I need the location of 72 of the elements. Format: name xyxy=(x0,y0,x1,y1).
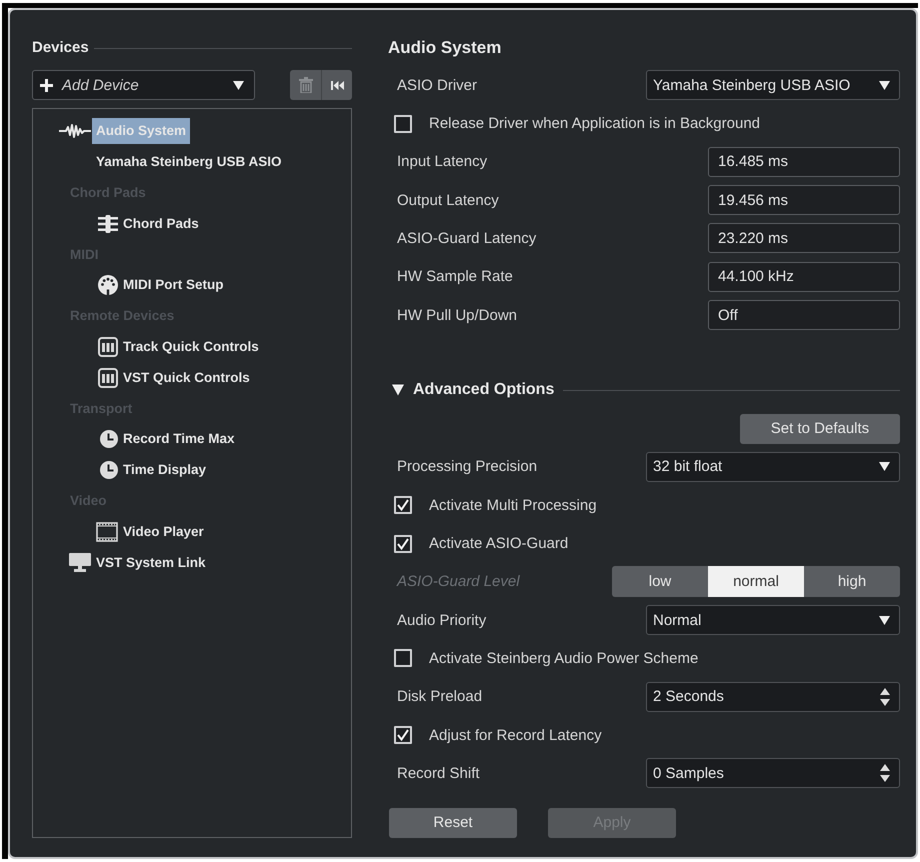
set-defaults-button[interactable]: Set to Defaults xyxy=(740,414,900,444)
film-frame-icon xyxy=(96,522,118,542)
skip-back-icon xyxy=(330,80,344,90)
section-title: Advanced Options xyxy=(413,380,554,400)
check-icon xyxy=(397,729,409,742)
segment-option[interactable]: high xyxy=(804,566,900,598)
value-field: 44.100 kHz xyxy=(708,262,900,292)
setting-label: Input Latency xyxy=(397,153,488,170)
value-field: 16.485 ms xyxy=(708,146,900,177)
sliders-icon xyxy=(98,214,118,233)
trash-icon xyxy=(298,77,312,93)
segment-option[interactable]: low xyxy=(612,566,708,598)
tree-item[interactable]: Track Quick Controls xyxy=(119,334,263,360)
clock-icon xyxy=(100,430,118,448)
checkbox-label: Activate Multi Processing xyxy=(429,496,597,514)
checkbox[interactable] xyxy=(394,726,412,744)
dropdown[interactable]: Yamaha Steinberg USB ASIO xyxy=(646,70,900,100)
tree-item[interactable]: Chord Pads xyxy=(119,210,203,237)
setting-label: ASIO Driver xyxy=(397,76,478,94)
reset-button[interactable]: Reset xyxy=(389,808,517,838)
setting-label: Output Latency xyxy=(397,192,499,209)
clock-icon xyxy=(100,461,118,480)
tree-item[interactable]: Video Player xyxy=(119,518,208,545)
section-title: Devices xyxy=(32,38,89,58)
setting-label: ASIO-Guard Level xyxy=(397,573,520,590)
checkbox[interactable] xyxy=(394,649,412,668)
check-icon xyxy=(397,538,409,550)
value-field: 23.220 ms xyxy=(708,223,900,254)
value-field: Off xyxy=(708,300,900,330)
checkbox-label: Activate Steinberg Audio Power Scheme xyxy=(429,650,698,667)
expand-caret-icon[interactable] xyxy=(392,384,404,396)
tree-item[interactable]: Yamaha Steinberg USB ASIO xyxy=(92,149,286,176)
setting-label: Disk Preload xyxy=(397,688,482,706)
tree-item[interactable]: Time Display xyxy=(119,457,210,484)
spin-arrows-icon xyxy=(880,764,890,782)
spin-box[interactable]: 2 Seconds xyxy=(646,682,900,712)
tree-item[interactable]: MIDI Port Setup xyxy=(119,272,228,298)
checkbox-label: Activate ASIO-Guard xyxy=(429,535,568,552)
monitor-icon xyxy=(69,553,91,572)
checkbox-label: Release Driver when Application is in Background xyxy=(429,115,760,132)
tree-item[interactable]: Record Time Max xyxy=(119,426,239,452)
tree-item[interactable]: VST Quick Controls xyxy=(119,364,254,391)
segment-option[interactable]: normal xyxy=(708,566,804,598)
value-field: 19.456 ms xyxy=(708,185,900,216)
checkbox[interactable] xyxy=(394,114,412,133)
add-device-dropdown[interactable]: Add Device xyxy=(32,70,255,100)
caret-icon xyxy=(879,616,890,625)
dropdown[interactable]: 32 bit float xyxy=(646,452,900,482)
keyboard-icon xyxy=(98,368,118,388)
checkbox[interactable] xyxy=(394,496,412,514)
checkbox-label: Adjust for Record Latency xyxy=(429,726,602,744)
section-title: Audio System xyxy=(388,38,502,58)
caret-icon xyxy=(233,80,244,90)
caret-icon xyxy=(879,462,890,472)
setting-label: HW Sample Rate xyxy=(397,268,513,286)
setting-label: ASIO-Guard Latency xyxy=(397,230,536,247)
dropdown[interactable]: Normal xyxy=(646,605,900,636)
midi-socket-icon xyxy=(98,275,118,296)
caret-icon xyxy=(879,80,890,90)
setting-label: Record Shift xyxy=(397,764,480,782)
spin-box[interactable]: 0 Samples xyxy=(646,758,900,788)
reset-button[interactable] xyxy=(321,70,352,100)
setting-label: Processing Precision xyxy=(397,458,538,476)
keyboard-icon xyxy=(98,336,118,357)
check-icon xyxy=(397,499,409,512)
plus-icon xyxy=(40,78,53,92)
spin-arrows-icon xyxy=(880,688,890,706)
setting-label: HW Pull Up/Down xyxy=(397,306,518,324)
waveform-icon xyxy=(59,124,91,138)
setting-label: Audio Priority xyxy=(397,612,486,629)
checkbox[interactable] xyxy=(394,534,412,553)
tree-item[interactable]: VST System Link xyxy=(92,550,210,576)
